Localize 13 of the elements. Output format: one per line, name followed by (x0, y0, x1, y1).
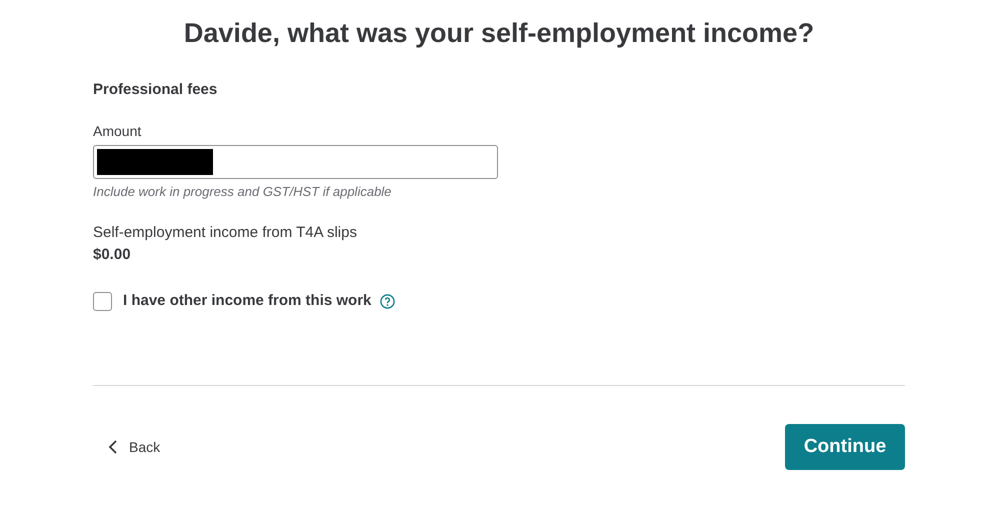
continue-button[interactable]: Continue (785, 424, 905, 470)
section-title: Professional fees (93, 80, 218, 100)
t4a-amount: $0.00 (93, 245, 131, 265)
help-icon[interactable] (380, 294, 396, 308)
field-label: Amount (93, 122, 142, 140)
chevron-left-icon (108, 440, 117, 454)
page-heading: Davide, what was your self-employment income? (184, 17, 814, 49)
back-link[interactable]: Back (108, 436, 160, 458)
checkbox-label: I have other income from this work (123, 291, 372, 311)
t4a-label: Self-employment income from T4A slips (93, 223, 357, 243)
checkbox[interactable] (93, 292, 112, 310)
amount-field[interactable] (93, 145, 498, 179)
field-hint: Include work in progress and GST/HST if applicable (93, 183, 392, 201)
